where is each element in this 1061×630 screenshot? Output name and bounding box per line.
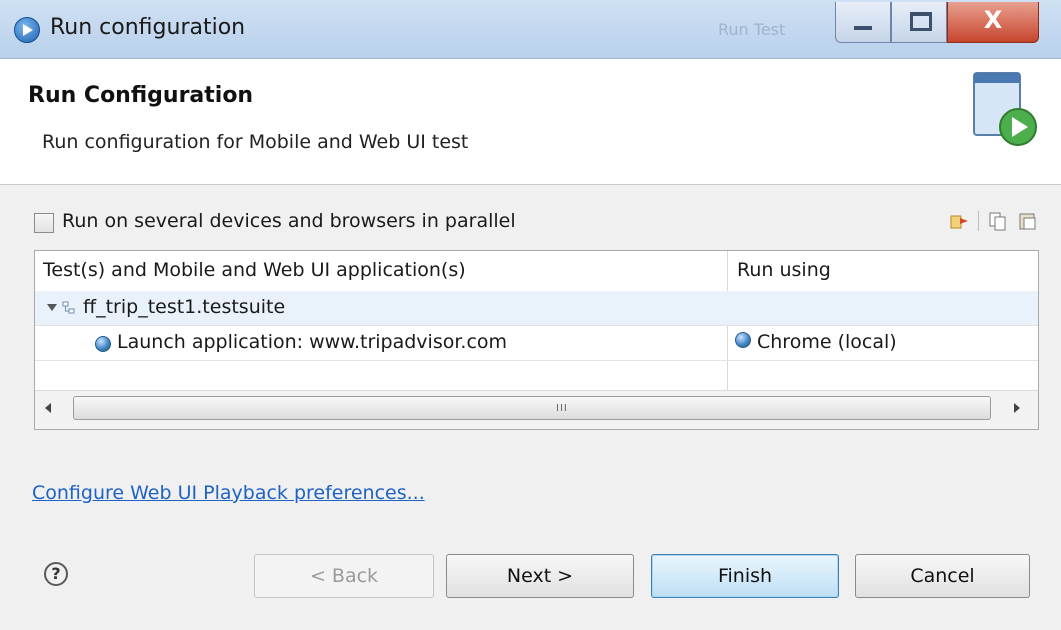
- run-wizard-banner-icon: [973, 72, 1037, 146]
- browser-globe-icon: [735, 332, 751, 348]
- column-header-run-using[interactable]: Run using: [737, 259, 831, 281]
- testsuite-icon: [62, 301, 75, 314]
- launch-application-name: Launch application: www.tripadvisor.com: [117, 331, 508, 353]
- page-title: Run Configuration: [28, 83, 254, 108]
- next-button[interactable]: Next >: [446, 554, 634, 598]
- copy-icon[interactable]: [987, 210, 1009, 232]
- parallel-run-label: Run on several devices and browsers in p…: [62, 210, 516, 232]
- scroll-right-arrow-icon[interactable]: [1014, 403, 1020, 413]
- table-row-launch-application[interactable]: Launch application: www.tripadvisor.com …: [35, 326, 1038, 360]
- maximize-icon: [910, 12, 932, 31]
- test-application-table: Test(s) and Mobile and Web UI applicatio…: [34, 250, 1039, 430]
- run-globe-icon: [14, 17, 40, 43]
- launch-application-run-using[interactable]: Chrome (local): [757, 331, 897, 353]
- cancel-button[interactable]: Cancel: [855, 554, 1030, 598]
- back-button[interactable]: < Back: [254, 554, 434, 598]
- window-title: Run configuration: [50, 15, 246, 40]
- maximize-button[interactable]: [891, 2, 947, 43]
- add-device-icon[interactable]: [948, 210, 970, 232]
- finish-button[interactable]: Finish: [651, 554, 839, 598]
- wizard-header: Run Configuration Run configuration for …: [0, 59, 1061, 185]
- table-toolbar: [948, 210, 1039, 232]
- testsuite-name: ff_trip_test1.testsuite: [83, 296, 286, 318]
- scrollbar-thumb[interactable]: III: [73, 396, 991, 420]
- paste-icon[interactable]: [1017, 210, 1039, 232]
- background-window-title: Run Test: [718, 20, 786, 39]
- expand-arrow-icon[interactable]: [47, 304, 57, 311]
- column-header-tests[interactable]: Test(s) and Mobile and Web UI applicatio…: [43, 259, 466, 281]
- page-description: Run configuration for Mobile and Web UI …: [42, 131, 469, 153]
- title-bar[interactable]: Run configuration Run Test X: [0, 0, 1061, 59]
- help-icon[interactable]: ?: [44, 562, 68, 586]
- row-divider: [35, 360, 1038, 361]
- close-button[interactable]: X: [947, 2, 1039, 43]
- table-header: Test(s) and Mobile and Web UI applicatio…: [35, 251, 1038, 292]
- globe-icon: [95, 336, 111, 352]
- minimize-button[interactable]: [835, 2, 891, 43]
- table-row-testsuite[interactable]: ff_trip_test1.testsuite: [35, 291, 1038, 325]
- configure-playback-preferences-link[interactable]: Configure Web UI Playback preferences...: [32, 482, 425, 504]
- close-icon: X: [983, 6, 1003, 34]
- run-configuration-window: Run configuration Run Test X Run Configu…: [0, 0, 1061, 630]
- parallel-run-checkbox[interactable]: [34, 213, 54, 233]
- horizontal-scrollbar[interactable]: III: [35, 390, 1038, 429]
- scrollbar-grip: III: [556, 403, 568, 414]
- window-controls: X: [835, 2, 1039, 44]
- toolbar-separator: [978, 211, 979, 231]
- scroll-left-arrow-icon[interactable]: [45, 403, 51, 413]
- minimize-icon: [854, 26, 872, 30]
